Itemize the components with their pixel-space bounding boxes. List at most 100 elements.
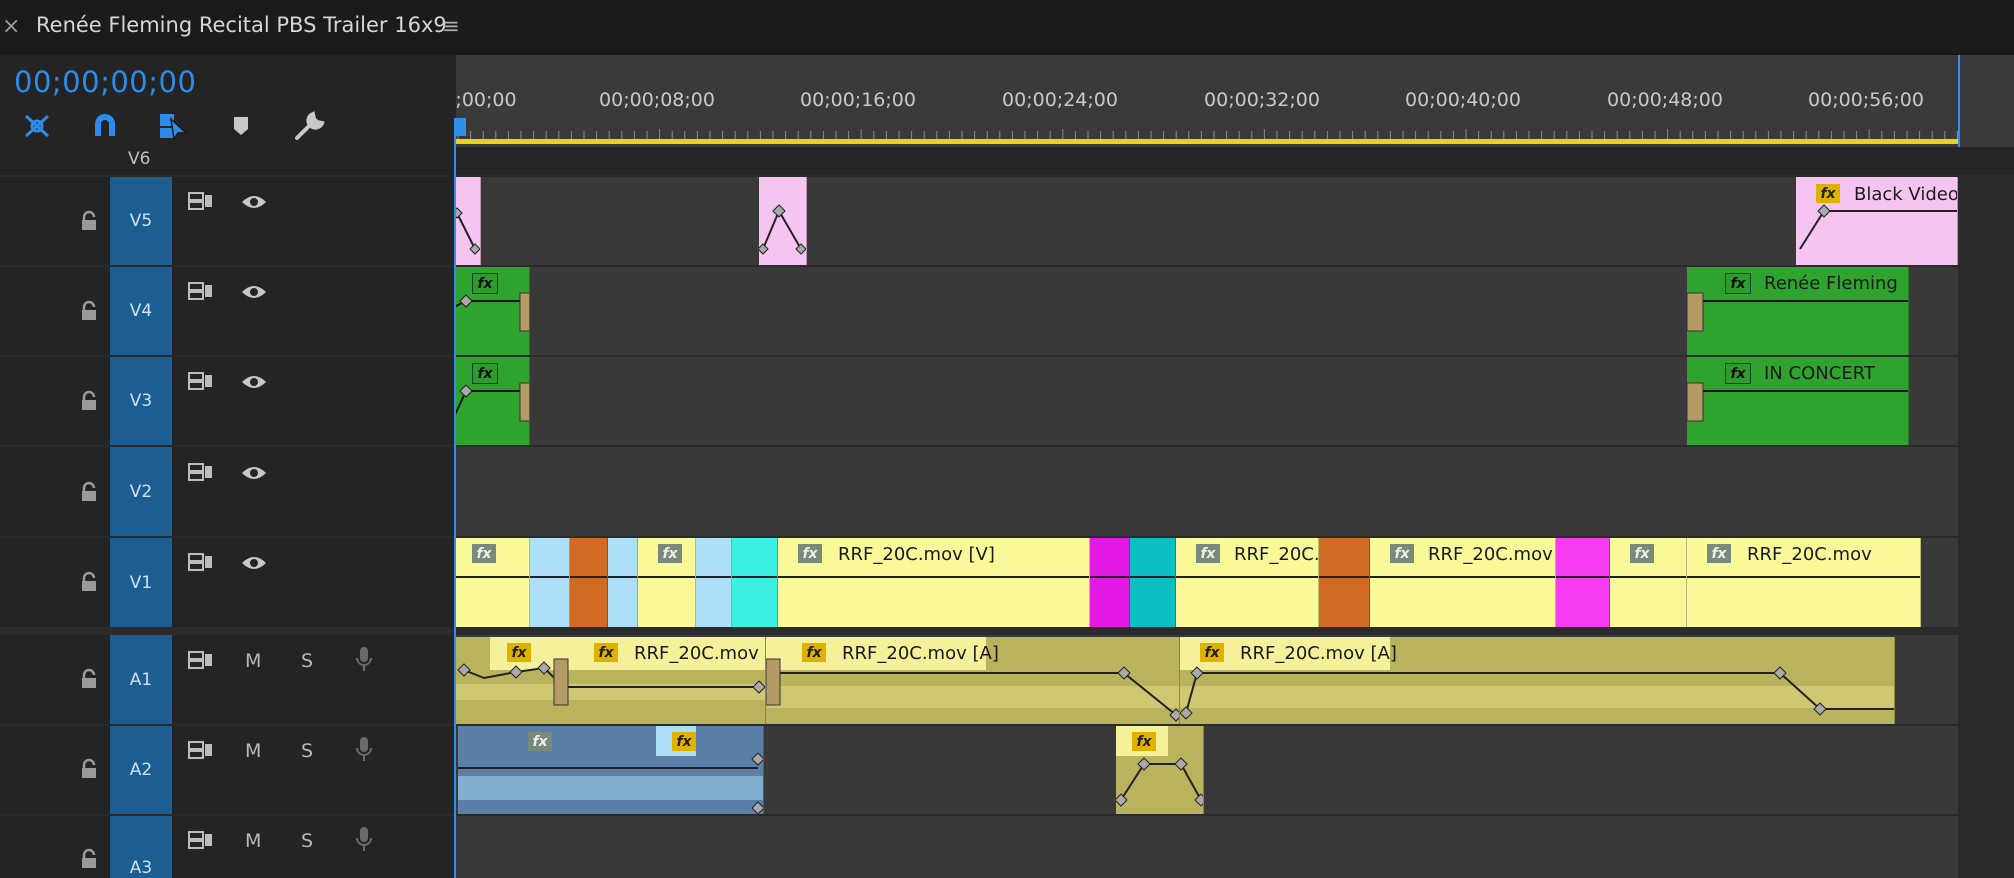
lock-icon[interactable] xyxy=(78,758,100,780)
clip-v1[interactable]: fx xyxy=(454,538,530,627)
track-lane-v5[interactable] xyxy=(456,177,1958,265)
video-audio-divider[interactable] xyxy=(0,627,2014,635)
linked-selection-icon[interactable] xyxy=(156,110,190,142)
ruler-label: 00;00;16;00 xyxy=(800,89,916,111)
clip-v3-green[interactable]: fx xyxy=(454,357,530,445)
clip-rrf-audio-a[interactable]: fx RRF_20C.mov [A] xyxy=(766,637,1180,724)
track-target-v3[interactable]: V3 xyxy=(110,357,172,445)
microphone-icon[interactable] xyxy=(349,737,379,761)
clip-v1-magenta[interactable] xyxy=(1090,538,1130,627)
track-lane-v2[interactable] xyxy=(456,447,1958,536)
lock-icon[interactable] xyxy=(78,848,100,870)
clip-v1[interactable]: fx xyxy=(1610,538,1687,627)
track-overflow xyxy=(1958,816,2014,878)
track-header-v2 xyxy=(0,447,456,536)
time-ruler[interactable]: ;00;00 00;00;08;00 00;00;16;00 00;00;24;… xyxy=(455,55,2014,147)
clip-v1-blue[interactable] xyxy=(696,538,732,627)
clip-v5-pink[interactable] xyxy=(759,177,807,265)
sync-lock-icon[interactable] xyxy=(186,189,216,213)
nest-toggle-icon[interactable] xyxy=(20,110,54,142)
sync-lock-icon[interactable] xyxy=(186,648,216,672)
clip-rrf-c[interactable]: fx RRF_20C.mov xyxy=(1370,538,1556,627)
track-target-a1[interactable]: A1 xyxy=(110,635,172,724)
sync-lock-icon[interactable] xyxy=(186,279,216,303)
track-target-v1[interactable]: V1 xyxy=(110,538,172,627)
clip-rrf-main-video[interactable]: fx RRF_20C.mov [V] xyxy=(778,538,1090,627)
clip-rrf-b[interactable]: fx RRF_20C. xyxy=(1176,538,1319,627)
lock-icon[interactable] xyxy=(78,300,100,322)
lock-icon[interactable] xyxy=(78,668,100,690)
solo-button[interactable]: S xyxy=(301,650,313,672)
clip-in-concert-title[interactable]: fx IN CONCERT xyxy=(1687,357,1909,445)
sync-lock-icon[interactable] xyxy=(186,460,216,484)
track-lane-v6[interactable] xyxy=(456,147,1958,175)
opacity-line xyxy=(1687,576,1920,578)
clip-a1-audio[interactable]: fx fx RRF_20C.mov xyxy=(454,637,766,724)
mute-button[interactable]: M xyxy=(245,740,261,762)
sync-lock-icon[interactable] xyxy=(186,828,216,852)
track-target-v5[interactable]: V5 xyxy=(110,177,172,265)
opacity-line xyxy=(608,576,637,578)
clip-rrf-audio-b[interactable]: fx RRF_20C.mov [A] xyxy=(1180,637,1895,724)
clip-v1-magenta[interactable] xyxy=(1556,538,1610,627)
eye-icon[interactable] xyxy=(239,370,269,394)
hamburger-menu-icon[interactable]: ≡ xyxy=(442,14,460,38)
sequence-tab-title[interactable]: Renée Fleming Recital PBS Trailer 16x9 xyxy=(36,13,447,37)
clip-v4-green[interactable]: fx xyxy=(454,267,530,355)
clip-v1-orange[interactable] xyxy=(570,538,608,627)
playhead-handle[interactable] xyxy=(454,118,466,136)
microphone-icon[interactable] xyxy=(349,827,379,851)
sync-lock-icon[interactable] xyxy=(186,369,216,393)
clip-a2-audio-blue[interactable]: fx fx xyxy=(458,726,764,814)
opacity-line xyxy=(1319,576,1369,578)
opacity-line xyxy=(1370,576,1555,578)
clip-v1-blue[interactable] xyxy=(608,538,638,627)
track-target-v4[interactable]: V4 xyxy=(110,267,172,355)
opacity-line xyxy=(530,576,569,578)
solo-button[interactable]: S xyxy=(301,740,313,762)
playhead-timecode[interactable]: 00;00;00;00 xyxy=(14,65,196,99)
eye-icon[interactable] xyxy=(239,551,269,575)
track-lane-a3[interactable] xyxy=(456,816,1958,878)
settings-wrench-icon[interactable] xyxy=(292,110,326,142)
clip-rrf-d[interactable]: fx RRF_20C.mov xyxy=(1687,538,1921,627)
lock-icon[interactable] xyxy=(78,481,100,503)
clip-black-video[interactable]: fx Black Video xyxy=(1796,177,1958,265)
playhead-line[interactable] xyxy=(454,136,456,878)
add-marker-icon[interactable] xyxy=(224,110,258,142)
clip-a2-audio[interactable]: fx xyxy=(1116,726,1204,814)
fx-badge: fx xyxy=(1390,544,1414,563)
mute-button[interactable]: M xyxy=(245,830,261,852)
opacity-line xyxy=(1176,576,1318,578)
clip-v1-teal[interactable] xyxy=(1130,538,1176,627)
clip-v1-orange[interactable] xyxy=(1319,538,1370,627)
clip-v5-pink[interactable] xyxy=(454,177,481,265)
clip-v1-cyan[interactable] xyxy=(732,538,778,627)
lock-icon[interactable] xyxy=(78,210,100,232)
track-header-v4 xyxy=(0,267,456,355)
microphone-icon[interactable] xyxy=(349,647,379,671)
sync-lock-icon[interactable] xyxy=(186,550,216,574)
sequence-end-marker xyxy=(1958,55,1960,147)
ruler-label: 00;00;08;00 xyxy=(599,89,715,111)
track-target-a2[interactable]: A2 xyxy=(110,726,172,814)
snap-magnet-icon[interactable] xyxy=(88,110,122,142)
ruler-label: 00;00;40;00 xyxy=(1405,89,1521,111)
clip-renee-fleming-title[interactable]: fx Renée Fleming xyxy=(1687,267,1909,355)
track-target-a3[interactable]: A3 xyxy=(110,816,172,878)
solo-button[interactable]: S xyxy=(301,830,313,852)
opacity-line xyxy=(1130,576,1175,578)
eye-icon[interactable] xyxy=(239,461,269,485)
eye-icon[interactable] xyxy=(239,280,269,304)
lock-icon[interactable] xyxy=(78,571,100,593)
work-area-bar[interactable] xyxy=(456,139,1958,144)
mute-button[interactable]: M xyxy=(245,650,261,672)
eye-icon[interactable] xyxy=(239,190,269,214)
track-target-v2[interactable]: V2 xyxy=(110,447,172,536)
sync-lock-icon[interactable] xyxy=(186,738,216,762)
fx-badge: fx xyxy=(798,544,822,563)
lock-icon[interactable] xyxy=(78,390,100,412)
clip-v1[interactable]: fx xyxy=(638,538,696,627)
close-icon[interactable]: × xyxy=(2,14,20,39)
clip-v1-blue[interactable] xyxy=(530,538,570,627)
